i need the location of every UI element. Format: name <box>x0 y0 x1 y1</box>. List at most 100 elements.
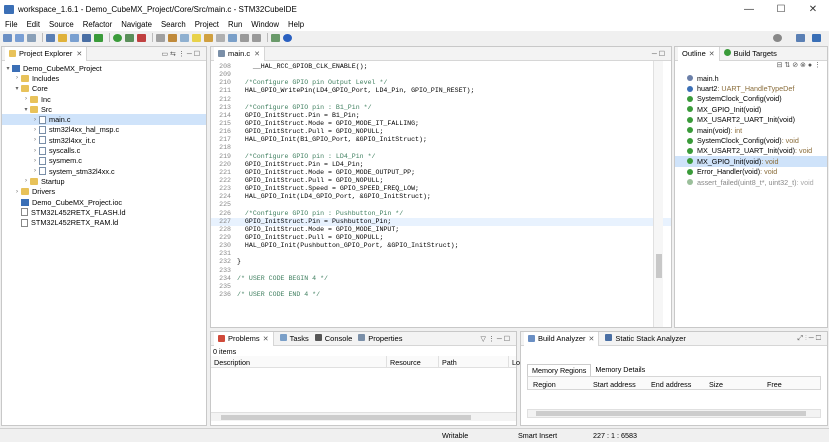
close-tab-icon[interactable]: ✕ <box>254 50 260 58</box>
close-tab-icon[interactable]: ✕ <box>709 50 715 58</box>
code-line[interactable]: 226 /*Configure GPIO pin : Pushbutton_Pi… <box>211 210 671 218</box>
menu-project[interactable]: Project <box>195 20 219 29</box>
close-tab-icon[interactable]: ✕ <box>263 335 269 343</box>
scroll-thumb[interactable] <box>656 254 662 278</box>
col-resource[interactable]: Resource <box>387 356 439 368</box>
chevron-icon[interactable]: ▾ <box>22 106 30 113</box>
debug-icon[interactable] <box>94 33 103 42</box>
run-config-icon[interactable] <box>125 33 134 42</box>
tree-item[interactable]: › Drivers <box>2 187 206 197</box>
menu-refactor[interactable]: Refactor <box>83 20 112 29</box>
close-button[interactable]: ✕ <box>797 0 829 18</box>
next-annotation-icon[interactable] <box>228 33 237 42</box>
chevron-icon[interactable]: › <box>31 127 39 133</box>
outline-item[interactable]: MX_GPIO_Init(void) : void <box>675 156 827 167</box>
code-line[interactable]: 219 /*Configure GPIO pin : LD4_Pin */ <box>211 153 671 161</box>
run-icon[interactable] <box>113 33 122 42</box>
outline-item[interactable]: huart2 : UART_HandleTypeDef <box>675 83 827 93</box>
col-path[interactable]: Path <box>439 356 509 368</box>
terminal-icon[interactable] <box>271 33 280 42</box>
open-type-icon[interactable] <box>168 33 177 42</box>
minimize-maximize-icons[interactable]: ─ ☐ <box>652 50 665 58</box>
code-line[interactable]: 235 <box>211 283 671 291</box>
search-file-icon[interactable] <box>180 33 189 42</box>
tab-properties[interactable]: Properties <box>352 334 402 343</box>
menu-run[interactable]: Run <box>228 20 242 29</box>
tree-item[interactable]: STM32L452RETX_RAM.ld <box>2 217 206 227</box>
tree-item[interactable]: › main.c <box>2 114 206 125</box>
outline-item[interactable]: MX_USART2_UART_Init(void) : void <box>675 146 827 156</box>
view-menu-icon[interactable]: ⤢ ⋮ ─ ☐ <box>798 335 821 343</box>
col-description[interactable]: Description <box>211 356 387 368</box>
tab-memory-regions[interactable]: Memory Regions <box>527 364 592 376</box>
tree-item[interactable]: › syscalls.c <box>2 145 206 155</box>
menu-help[interactable]: Help <box>288 20 304 29</box>
code-line[interactable]: 232} <box>211 258 671 266</box>
code-line[interactable]: 214 GPIO_InitStruct.Pin = B1_Pin; <box>211 112 671 120</box>
chevron-icon[interactable]: ▾ <box>4 65 12 72</box>
code-line[interactable]: 227 GPIO_InitStruct.Pin = Pushbutton_Pin… <box>211 217 671 226</box>
code-line[interactable]: 216 GPIO_InitStruct.Pull = GPIO_NOPULL; <box>211 128 671 136</box>
tree-item[interactable]: › Startup <box>2 176 206 186</box>
code-line[interactable]: 221 GPIO_InitStruct.Mode = GPIO_MODE_OUT… <box>211 169 671 177</box>
col-location[interactable]: Lo <box>509 356 520 368</box>
tab-build-targets[interactable]: Build Targets <box>720 49 777 58</box>
code-line[interactable]: 228 GPIO_InitStruct.Mode = GPIO_MODE_INP… <box>211 226 671 234</box>
stop-icon[interactable] <box>137 33 146 42</box>
close-tab-icon[interactable]: ✕ <box>589 335 595 343</box>
chevron-icon[interactable]: › <box>22 178 30 184</box>
close-tab-icon[interactable]: ✕ <box>76 50 82 58</box>
tree-item[interactable]: › Includes <box>2 73 206 83</box>
code-line[interactable]: 234 /* USER CODE BEGIN 4 */ <box>211 275 671 283</box>
code-line[interactable]: 222 GPIO_InitStruct.Pull = GPIO_NOPULL; <box>211 177 671 185</box>
pilcrow-icon[interactable] <box>216 33 225 42</box>
outline-item[interactable]: main.h <box>675 73 827 83</box>
tree-item[interactable]: › stm32l4xx_it.c <box>2 135 206 145</box>
filter-icon[interactable]: ▽ ⋮ ─ ☐ <box>481 335 510 343</box>
tree-item[interactable]: › stm32l4xx_hal_msp.c <box>2 125 206 135</box>
code-line[interactable]: 211 HAL_GPIO_WritePin(LD4_GPIO_Port, LD4… <box>211 87 671 95</box>
outline-item[interactable]: MX_GPIO_Init(void) <box>675 104 827 114</box>
save-all-icon[interactable] <box>27 33 36 42</box>
code-line[interactable]: 223 GPIO_InitStruct.Speed = GPIO_SPEED_F… <box>211 185 671 193</box>
tree-item[interactable]: ▾ Demo_CubeMX_Project <box>2 63 206 73</box>
tab-project-explorer[interactable]: Project Explorer ✕ <box>5 46 88 61</box>
chevron-icon[interactable]: › <box>13 75 21 81</box>
code-line[interactable]: 210 /*Configure GPIO pin Output Level */ <box>211 79 671 87</box>
annotation-icon[interactable] <box>204 33 213 42</box>
code-line[interactable]: 236 /* USER CODE END 4 */ <box>211 291 671 299</box>
code-line[interactable]: 231 <box>211 250 671 258</box>
scroll-thumb[interactable] <box>221 415 471 420</box>
tab-tasks[interactable]: Tasks <box>274 334 309 343</box>
outline-item[interactable]: SystemClock_Config(void) : void <box>675 135 827 145</box>
chevron-icon[interactable]: › <box>31 168 39 174</box>
tab-build-analyzer[interactable]: Build Analyzer ✕ <box>524 331 600 346</box>
tree-item[interactable]: ▾ Src <box>2 104 206 114</box>
outline-item[interactable]: main(void) : int <box>675 125 827 135</box>
menu-source[interactable]: Source <box>49 20 74 29</box>
back-icon[interactable] <box>240 33 249 42</box>
cube-icon[interactable] <box>70 33 79 42</box>
code-line[interactable]: 215 GPIO_InitStruct.Mode = GPIO_MODE_IT_… <box>211 120 671 128</box>
tree-item[interactable]: ▾ Core <box>2 84 206 94</box>
memory-hscrollbar[interactable] <box>527 409 821 418</box>
tab-outline[interactable]: Outline ✕ <box>678 46 720 61</box>
outline-toolbar[interactable]: ⊟ ⇅ ⊘ ⊗ ● ⋮ <box>675 61 827 73</box>
col-start-address[interactable]: Start address <box>590 378 636 390</box>
chevron-icon[interactable]: › <box>31 117 39 123</box>
chevron-icon[interactable]: › <box>13 189 21 195</box>
code-line[interactable]: 229 GPIO_InitStruct.Pull = GPIO_NOPULL; <box>211 234 671 242</box>
chevron-icon[interactable]: › <box>31 158 39 164</box>
build-icon[interactable] <box>58 33 67 42</box>
forward-icon[interactable] <box>252 33 261 42</box>
menu-edit[interactable]: Edit <box>27 20 40 29</box>
outline-item[interactable]: SystemClock_Config(void) <box>675 94 827 104</box>
menu-navigate[interactable]: Navigate <box>121 20 152 29</box>
code-line[interactable]: 218 <box>211 144 671 152</box>
perspective-debug-icon[interactable] <box>812 33 821 42</box>
chevron-icon[interactable]: › <box>31 137 39 143</box>
code-line[interactable]: 217 HAL_GPIO_Init(B1_GPIO_Port, &GPIO_In… <box>211 136 671 144</box>
code-line[interactable]: 220 GPIO_InitStruct.Pin = LD4_Pin; <box>211 161 671 169</box>
outline-item[interactable]: assert_failed(uint8_t*, uint32_t) : void <box>675 177 827 187</box>
view-menu-icon[interactable]: ▭ ⇆ ⋮ ─ ☐ <box>162 50 201 58</box>
